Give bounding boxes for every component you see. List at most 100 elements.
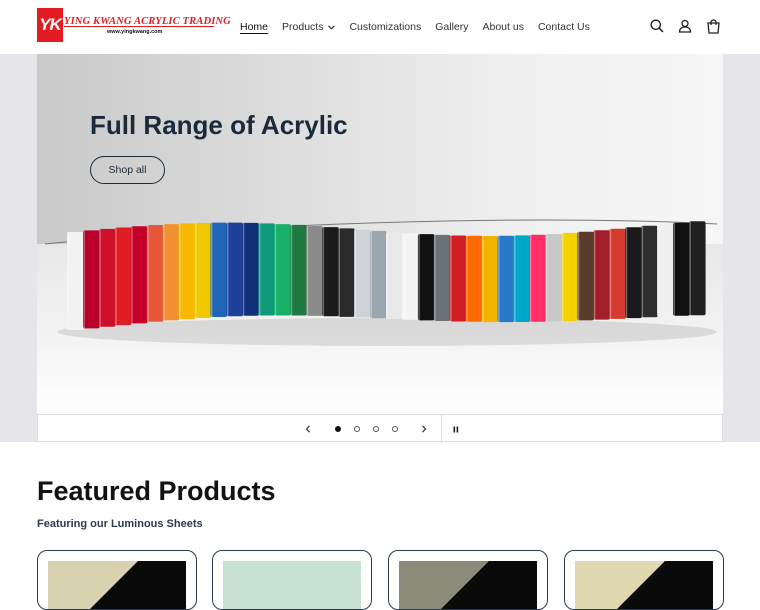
swatch-highlight [258,223,261,316]
swatch-highlight [609,228,612,319]
header-icons [648,17,722,35]
acrylic-swatch [338,228,355,317]
product-card[interactable] [37,550,197,610]
slide-dot-4[interactable] [387,415,403,443]
swatch-highlight [67,232,69,330]
chevron-down-icon [328,24,336,30]
acrylic-swatch [529,234,547,322]
swatch-highlight [242,222,245,316]
slide-dot-indicator [392,426,398,432]
swatch-highlight [450,235,452,322]
acrylic-swatch [162,224,180,321]
hero-section: Full Range of Acrylic Shop all [0,54,760,443]
swatch-highlight [322,227,325,317]
swatch-highlight [195,222,197,318]
acrylic-swatch [609,228,626,319]
acrylic-swatch [258,223,275,316]
site-header: YK YING KWANG ACRYLIC TRADING www.yingkw… [0,0,760,54]
slide-dot-2[interactable] [349,415,365,443]
swatch-highlight [562,232,564,321]
swatch-highlight [99,228,101,327]
acrylic-swatch [242,222,259,316]
nav-home[interactable]: Home [240,21,268,33]
main-nav: Home Products Customizations Gallery Abo… [233,0,597,54]
site-logo[interactable]: YK YING KWANG ACRYLIC TRADING www.yingkw… [37,8,231,44]
slideshow-controls [37,414,723,443]
slide-dot-1[interactable] [330,415,346,443]
acrylic-swatch [386,232,403,319]
pause-icon[interactable] [448,415,464,443]
swatch-shadow [57,318,717,346]
acrylic-swatch [98,228,116,327]
chevron-left-icon[interactable] [300,415,316,443]
acrylic-swatch [577,231,594,321]
acrylic-swatch [545,234,563,322]
swatch-highlight [131,226,133,324]
swatch-highlight [83,230,85,329]
acrylic-swatch [689,221,706,316]
acrylic-swatch [513,235,531,322]
swatch-highlight [514,235,516,322]
swatch-highlight [306,226,309,316]
acrylic-swatch [114,227,132,326]
acrylic-swatch [274,224,291,316]
swatch-highlight [338,228,340,317]
nav-gallery[interactable]: Gallery [435,21,468,33]
account-icon[interactable] [676,17,694,35]
acrylic-swatch [641,225,658,318]
shop-all-button[interactable]: Shop all [90,156,165,184]
acrylic-swatch [449,235,467,322]
product-image [48,561,186,609]
swatch-highlight [689,221,691,316]
swatch-highlight [274,224,277,316]
product-card[interactable] [212,550,372,610]
swatch-highlight [354,229,356,318]
hero-slide: Full Range of Acrylic Shop all [37,54,723,414]
product-image [399,561,537,609]
logo-underline [64,26,214,27]
nav-about[interactable]: About us [483,21,524,33]
acrylic-swatch [370,230,387,319]
acrylic-swatch [210,222,228,317]
acrylic-swatch [465,235,483,322]
acrylic-swatch [625,227,642,319]
swatch-highlight [657,224,659,317]
swatch-highlight [163,224,165,321]
acrylic-swatch [401,233,419,320]
product-card[interactable] [564,550,724,610]
acrylic-swatch [194,222,212,318]
swatch-highlight [530,234,532,322]
slide-dot-3[interactable] [368,415,384,443]
nav-contact[interactable]: Contact Us [538,21,590,33]
featured-products-heading: Featured Products [37,476,276,506]
product-card[interactable] [388,550,548,610]
swatch-highlight [641,225,644,318]
slide-dot-indicator [354,426,360,432]
acrylic-swatch [657,224,674,317]
product-image [223,561,361,609]
acrylic-swatch [146,225,164,322]
acrylic-swatch [354,229,371,318]
acrylic-swatch [673,222,690,316]
chevron-right-icon[interactable] [416,415,432,443]
swatch-highlight [498,235,500,323]
swatch-highlight [482,236,484,323]
acrylic-swatch [561,232,579,321]
acrylic-swatch [433,234,451,321]
acrylic-swatch [83,230,100,329]
product-image [575,561,713,609]
hero-title: Full Range of Acrylic [90,110,348,140]
swatch-highlight [370,230,372,319]
acrylic-swatches-image [44,219,718,346]
search-icon[interactable] [648,17,666,35]
swatch-highlight [625,227,628,319]
featured-products-subtitle: Featuring our Luminous Sheets [37,518,203,530]
acrylic-swatch [130,226,148,324]
acrylic-swatch [322,227,339,317]
nav-customizations[interactable]: Customizations [349,21,421,33]
acrylic-swatch [481,236,499,323]
nav-products[interactable]: Products [282,21,336,33]
swatch-highlight [546,234,548,322]
swatch-highlight [147,225,149,322]
cart-icon[interactable] [704,17,722,35]
